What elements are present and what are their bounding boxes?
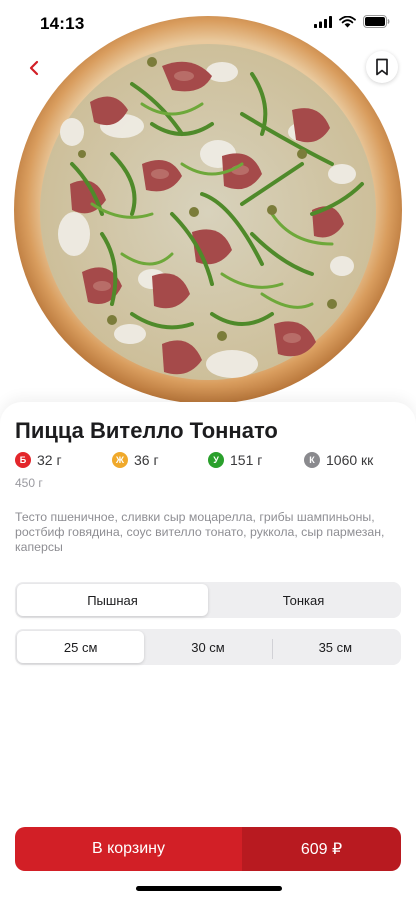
fat-value: 36 г bbox=[134, 452, 159, 468]
add-to-cart-button[interactable]: В корзину 609 ₽ bbox=[15, 827, 401, 871]
product-weight: 450 г bbox=[15, 476, 43, 490]
carbs-value: 151 г bbox=[230, 452, 263, 468]
product-image-area bbox=[0, 0, 416, 420]
nutrition-calories: К 1060 кк bbox=[304, 452, 373, 468]
bookmark-icon bbox=[376, 58, 388, 76]
nutrition-carbs: У 151 г bbox=[208, 452, 262, 468]
nutrition-protein: Б 32 г bbox=[15, 452, 62, 468]
fat-badge: Ж bbox=[112, 452, 128, 468]
chevron-left-icon bbox=[29, 60, 39, 76]
size-option-30[interactable]: 30 см bbox=[144, 631, 271, 663]
signal-icon bbox=[314, 15, 332, 28]
add-to-cart-label: В корзину bbox=[15, 827, 242, 871]
cart-price: 609 ₽ bbox=[242, 827, 401, 871]
bookmark-button[interactable] bbox=[366, 51, 398, 83]
size-selector: 25 см 30 см 35 см bbox=[15, 629, 401, 665]
size-option-35[interactable]: 35 см bbox=[271, 631, 399, 663]
dough-option-thin[interactable]: Тонкая bbox=[208, 584, 399, 616]
product-description: Тесто пшеничное, сливки сыр моцарелла, г… bbox=[15, 510, 385, 554]
status-icons bbox=[314, 15, 390, 28]
home-indicator[interactable] bbox=[136, 886, 282, 891]
product-details-sheet: Пицца Вителло Тоннато Б 32 г Ж 36 г У 15… bbox=[0, 402, 416, 900]
dough-option-fluffy[interactable]: Пышная bbox=[17, 584, 208, 616]
battery-icon bbox=[363, 15, 390, 28]
wifi-icon bbox=[339, 15, 356, 27]
calories-value: 1060 кк bbox=[326, 452, 374, 468]
carbs-badge: У bbox=[208, 452, 224, 468]
product-title: Пицца Вителло Тоннато bbox=[15, 418, 278, 443]
protein-value: 32 г bbox=[37, 452, 62, 468]
protein-badge: Б bbox=[15, 452, 31, 468]
back-button[interactable] bbox=[18, 52, 50, 84]
status-time: 14:13 bbox=[40, 14, 85, 33]
dough-selector: Пышная Тонкая bbox=[15, 582, 401, 618]
pizza-image bbox=[14, 16, 402, 404]
calories-badge: К bbox=[304, 452, 320, 468]
size-option-25[interactable]: 25 см bbox=[17, 631, 145, 663]
status-bar: 14:13 bbox=[0, 0, 416, 46]
nutrition-fat: Ж 36 г bbox=[112, 452, 159, 468]
